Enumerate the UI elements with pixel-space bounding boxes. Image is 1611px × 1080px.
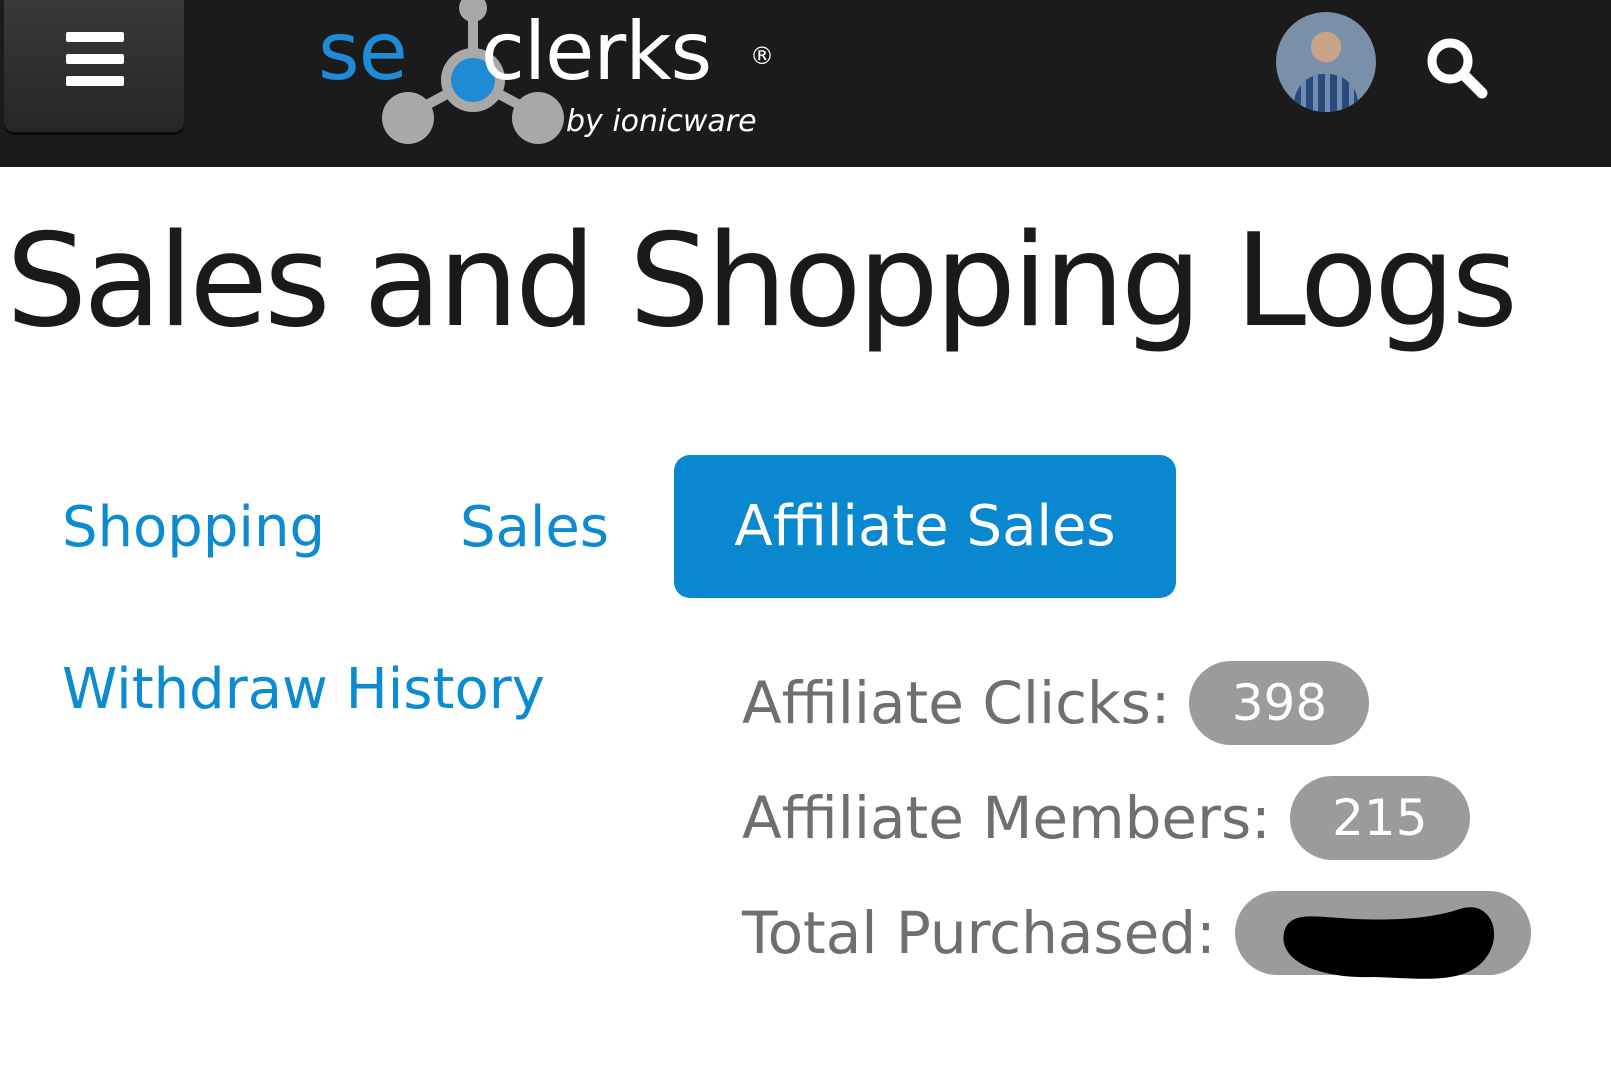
search-icon[interactable] (1424, 35, 1490, 101)
tab-shopping[interactable]: Shopping (62, 500, 325, 556)
tab-affiliate-sales[interactable]: Affiliate Sales (674, 455, 1176, 598)
stat-label: Affiliate Clicks: (742, 669, 1171, 737)
seoclerks-logo[interactable]: se clerks ® by ionicware (318, 0, 778, 160)
logo-text-clerks: clerks (480, 5, 712, 98)
stat-badge: 215 (1289, 776, 1470, 860)
hamburger-menu-icon-bar (66, 76, 124, 86)
tab-withdraw-history[interactable]: Withdraw History (62, 662, 545, 718)
stat-badge-redacted (1234, 891, 1531, 979)
redaction-scribble (1283, 907, 1494, 979)
avatar-figure (1294, 74, 1358, 112)
stat-label: Total Purchased: (742, 899, 1216, 967)
logo-wordmark: se clerks ® (318, 12, 774, 92)
logo-registered-mark: ® (750, 42, 774, 70)
stat-total-purchased: Total Purchased: (742, 890, 1531, 979)
stat-badge: 398 (1189, 661, 1370, 745)
top-navigation-bar: se clerks ® by ionicware (0, 0, 1611, 167)
user-avatar[interactable] (1276, 12, 1376, 112)
logo-subtitle: by ionicware (566, 104, 757, 139)
hamburger-menu-button[interactable] (4, 0, 184, 132)
tab-sales[interactable]: Sales (460, 500, 609, 556)
hamburger-menu-icon-bar (66, 54, 124, 64)
page-title: Sales and Shopping Logs (6, 207, 1518, 356)
stat-affiliate-members: Affiliate Members: 215 (742, 775, 1470, 861)
logo-text-se: se (318, 5, 408, 98)
hamburger-menu-icon-bar (66, 32, 124, 42)
stat-label: Affiliate Members: (742, 784, 1271, 852)
stat-affiliate-clicks: Affiliate Clicks: 398 (742, 660, 1370, 746)
